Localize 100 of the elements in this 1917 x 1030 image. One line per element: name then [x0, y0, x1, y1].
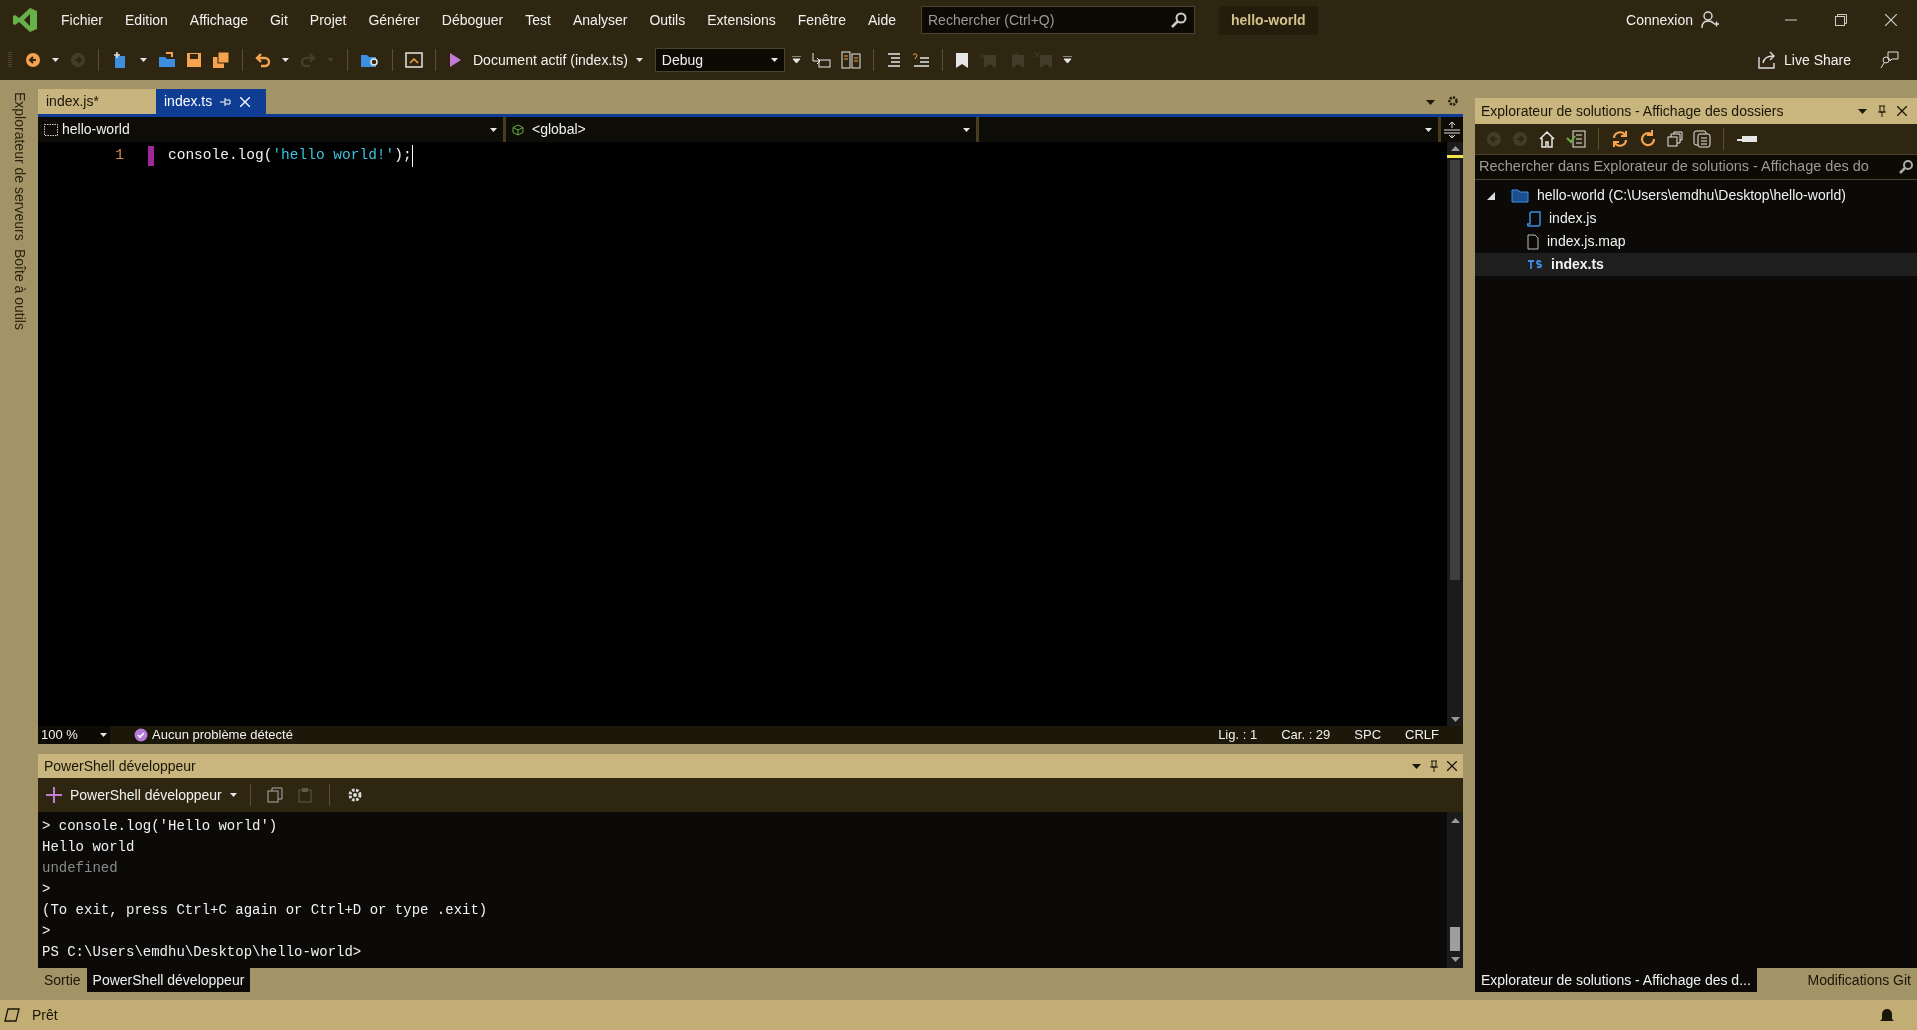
- refresh-icon: [1639, 130, 1657, 148]
- panel-tab[interactable]: Sortie: [38, 968, 87, 992]
- up-arrow-icon: [1450, 146, 1460, 151]
- search-field[interactable]: Rechercher (Ctrl+Q): [921, 6, 1195, 34]
- panel-tab[interactable]: PowerShell développeur: [86, 968, 251, 992]
- menu-item[interactable]: Analyser: [561, 9, 639, 31]
- indent-mode[interactable]: SPC: [1354, 725, 1382, 745]
- save-icon: [186, 52, 202, 68]
- expanded-arrow-icon: [1487, 192, 1495, 201]
- search-icon: [1171, 12, 1187, 28]
- side-panel-tab[interactable]: Explorateur de serveurs: [8, 88, 30, 245]
- menu-item[interactable]: Fenêtre: [786, 9, 857, 31]
- panel-tab[interactable]: Explorateur de solutions - Affichage des d...: [1475, 968, 1757, 992]
- vs-logo-icon: [12, 7, 38, 33]
- caret-icon: [1858, 108, 1867, 114]
- vertical-scrollbar[interactable]: [1447, 812, 1463, 968]
- issues-indicator[interactable]: Aucun problème détecté: [134, 725, 293, 745]
- copy-pages-icon: [1693, 130, 1711, 148]
- config-dropdown[interactable]: Debug: [654, 48, 785, 72]
- open-folder-icon: [158, 52, 176, 68]
- sign-in-link[interactable]: Connexion: [1626, 9, 1693, 31]
- align-lines-icon: [885, 53, 902, 67]
- tree-item[interactable]: index.js.map: [1475, 230, 1917, 253]
- caret-icon: [963, 127, 970, 132]
- panel-title: Explorateur de solutions - Affichage des dossiers: [1481, 101, 1784, 121]
- menu-item[interactable]: Affichage: [178, 9, 259, 31]
- feedback-person-icon: [1879, 51, 1899, 69]
- menu-item[interactable]: Fichier: [50, 9, 114, 31]
- document-tab[interactable]: index.js*: [38, 89, 156, 114]
- pin-icon: [220, 96, 233, 107]
- status-text: Prêt: [32, 1005, 58, 1025]
- zoom-dropdown[interactable]: 100 %: [38, 726, 110, 744]
- caret-icon: [770, 58, 778, 62]
- line-ending[interactable]: CRLF: [1405, 725, 1439, 745]
- document-tab[interactable]: index.ts: [156, 89, 266, 114]
- terminal-line: >: [42, 922, 52, 941]
- project-icon: [44, 123, 58, 136]
- caret-icon: [635, 58, 643, 62]
- tree-item[interactable]: index.js: [1475, 207, 1917, 230]
- live-share-button[interactable]: Live Share: [1758, 49, 1851, 71]
- caret-icon: [282, 58, 289, 62]
- column-position[interactable]: Car. : 29: [1281, 725, 1331, 745]
- close-icon: [1447, 761, 1457, 771]
- menu-item[interactable]: Outils: [638, 9, 697, 31]
- start-debug-button[interactable]: Document actif (index.ts): [473, 49, 643, 71]
- scrollbar-thumb[interactable]: [1450, 160, 1460, 580]
- comment-lines-icon: [911, 53, 930, 67]
- change-marker: [148, 146, 154, 166]
- share-icon: [1758, 51, 1777, 69]
- menu-item[interactable]: Projet: [298, 9, 358, 31]
- vertical-scrollbar[interactable]: [1447, 142, 1463, 726]
- menu-item[interactable]: Git: [258, 9, 299, 31]
- new-terminal-button[interactable]: PowerShell développeur: [46, 784, 237, 806]
- menu-item[interactable]: Générer: [357, 9, 431, 31]
- overflow-icon: [791, 56, 801, 64]
- pin-icon: [1429, 760, 1439, 772]
- line-position[interactable]: Lig. : 1: [1218, 725, 1258, 745]
- settings-icon: [1447, 95, 1459, 107]
- menu-item[interactable]: Edition: [114, 9, 179, 31]
- close-icon: [1897, 106, 1907, 116]
- columns-icon: [840, 51, 861, 69]
- panel-tab[interactable]: Modifications Git: [1801, 968, 1917, 992]
- menu-item[interactable]: Test: [514, 9, 562, 31]
- save-all-icon: [212, 51, 230, 69]
- terminal-line: PS C:\Users\emdhu\Desktop\hello-world>: [42, 943, 363, 962]
- close-icon: [1885, 14, 1897, 26]
- solution-name: hello-world: [1219, 5, 1318, 35]
- terminal-line: > console.log('Hello world'): [42, 817, 279, 836]
- script-file-icon: [1527, 210, 1541, 227]
- caret-icon: [229, 793, 237, 797]
- play-icon: [448, 52, 462, 68]
- side-panel-tab[interactable]: Boîte à outils: [8, 244, 30, 334]
- terminal-line: Hello world: [42, 838, 136, 857]
- menu-item[interactable]: Déboguer: [430, 9, 515, 31]
- sync-arrows-icon: [1611, 130, 1629, 148]
- caret-icon: [52, 58, 59, 62]
- folder-icon: [1511, 188, 1529, 203]
- tree-item[interactable]: index.ts: [1475, 253, 1917, 276]
- terminal-line: >: [42, 880, 52, 899]
- close-icon: [240, 96, 251, 107]
- terminal-line: undefined: [42, 859, 119, 878]
- plus-icon: [46, 787, 62, 803]
- menu-item[interactable]: Aide: [856, 9, 907, 31]
- menu-item[interactable]: Extensions: [696, 9, 787, 31]
- redo-icon: [300, 52, 316, 68]
- explorer-search-field[interactable]: Rechercher dans Explorateur de solutions - Affichage des do: [1475, 154, 1917, 180]
- down-arrow-icon: [1450, 957, 1460, 962]
- caret-icon: [1412, 763, 1421, 769]
- folder-search-icon: [360, 52, 380, 68]
- home-icon: [1538, 130, 1556, 148]
- file-icon: [1527, 233, 1539, 250]
- split-icon: [1444, 121, 1460, 138]
- cube-icon: [512, 123, 524, 136]
- minimize-icon: [1785, 19, 1797, 21]
- tree-item[interactable]: hello-world (C:\Users\emdhu\Desktop\hello-world): [1475, 184, 1917, 207]
- search-icon: [1899, 160, 1913, 174]
- scrollbar-thumb[interactable]: [1450, 927, 1460, 951]
- caret-icon: [1426, 100, 1435, 105]
- copy-icon: [266, 787, 283, 803]
- caret-position-marker: [1447, 155, 1463, 158]
